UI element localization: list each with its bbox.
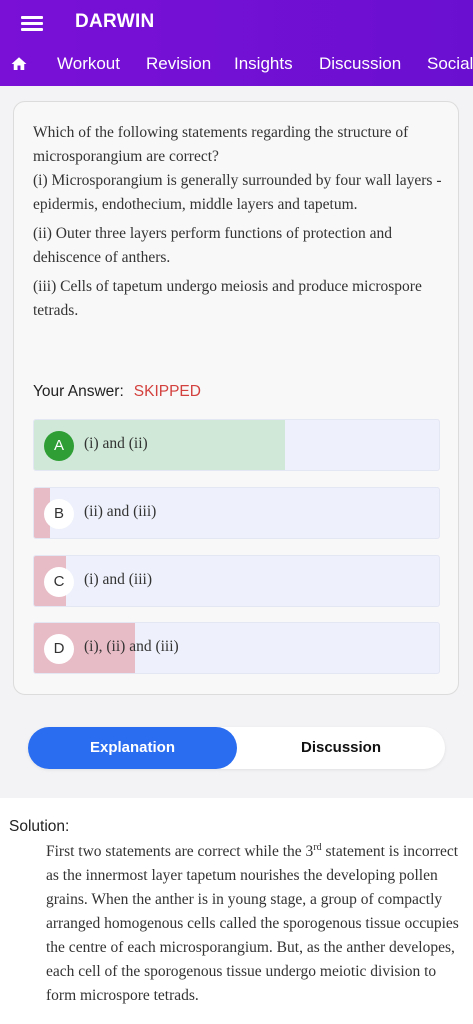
option-a[interactable]: A (i) and (ii) [33,419,440,471]
option-d-text: (i), (ii) and (iii) [84,638,179,655]
nav-workout[interactable]: Workout [57,54,120,74]
home-icon[interactable] [10,55,28,73]
option-a-badge: A [44,431,74,461]
your-answer-value: SKIPPED [133,383,201,400]
tab-explanation[interactable]: Explanation [28,727,237,769]
option-d-badge: D [44,634,74,664]
statement-3: (iii) Cells of tapetum undergo meiosis a… [33,278,422,319]
solution-superscript: rd [313,841,322,853]
tab-switcher: Explanation Discussion [28,727,445,769]
app-title: DARWIN [75,11,155,32]
option-c[interactable]: C (i) and (iii) [33,555,440,607]
nav-insights[interactable]: Insights [234,54,293,74]
option-d[interactable]: D (i), (ii) and (iii) [33,622,440,674]
option-c-text: (i) and (iii) [84,571,153,588]
nav-bar: Workout Revision Insights Discussion Soc… [0,44,473,86]
solution-panel: Solution: First two statements are corre… [0,798,473,1024]
menu-icon[interactable] [21,14,43,32]
nav-social[interactable]: Social [427,54,473,74]
option-a-text: (i) and (ii) [84,435,148,452]
option-c-badge: C [44,567,74,597]
solution-text: First two statements are correct while t… [46,840,466,1008]
option-b-badge: B [44,499,74,529]
your-answer-row: Your Answer: SKIPPED [33,383,201,401]
solution-label: Solution: [9,818,70,835]
nav-revision[interactable]: Revision [146,54,211,74]
top-app-bar: DARWIN Workout Revision Insights Discuss… [0,0,473,86]
question-text: Which of the following statements regard… [33,121,445,328]
solution-text-part-1: First two statements are correct while t… [46,843,314,860]
option-b-text: (ii) and (iii) [84,503,157,520]
nav-discussion[interactable]: Discussion [319,54,401,74]
statement-1: (i) Microsporangium is generally surroun… [33,172,442,213]
your-answer-label: Your Answer: [33,383,124,400]
question-card: Which of the following statements regard… [13,101,459,695]
question-stem: Which of the following statements regard… [33,124,409,165]
statement-2: (ii) Outer three layers perform function… [33,225,392,266]
tabs-area: Explanation Discussion [0,710,473,798]
tab-discussion[interactable]: Discussion [237,727,445,769]
option-b[interactable]: B (ii) and (iii) [33,487,440,539]
solution-text-part-2: statement is incorrect as the innermost … [46,843,459,1004]
